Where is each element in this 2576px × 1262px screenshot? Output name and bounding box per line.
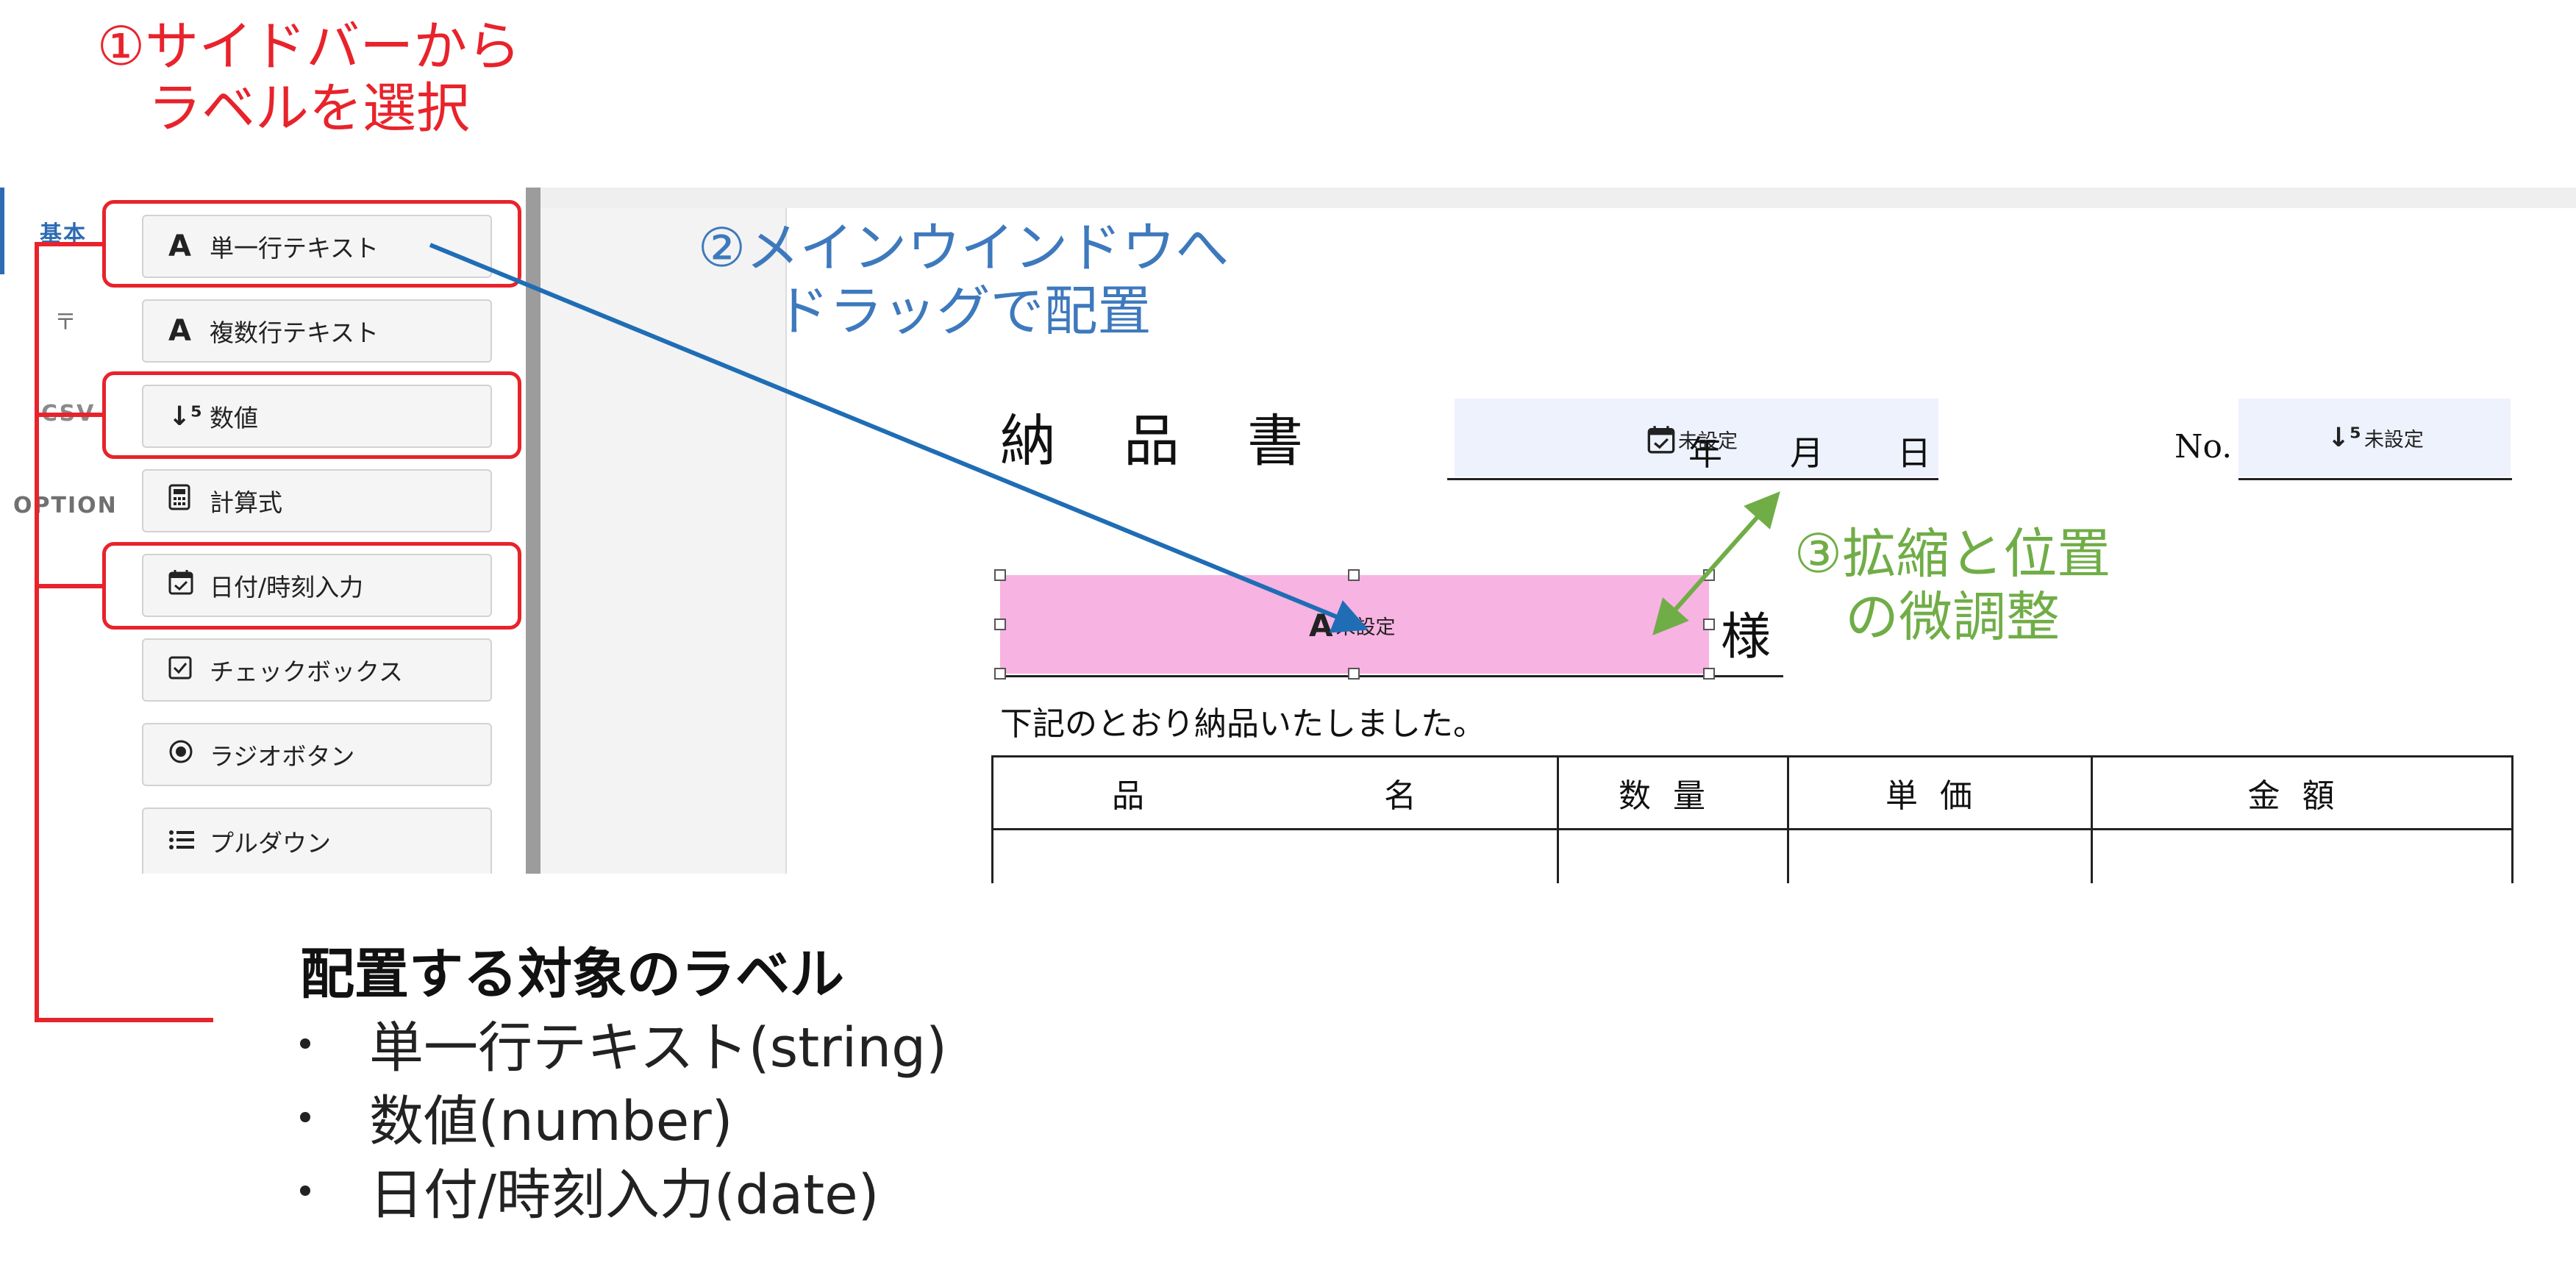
legend-item-date: 日付/時刻入力(date) — [300, 1151, 880, 1230]
bullet-icon — [300, 1111, 310, 1122]
legend-item-string: 単一行テキスト(string) — [300, 1004, 947, 1083]
legend-title: 配置する対象のラベル — [300, 943, 844, 1006]
legend-item-label: 単一行テキスト(string) — [369, 1016, 947, 1080]
legend-item-number: 数値(number) — [300, 1077, 733, 1156]
resize-arrow — [1652, 491, 1780, 635]
legend-item-label: 数値(number) — [369, 1090, 733, 1153]
bracket-connector — [35, 242, 213, 1022]
bullet-icon — [300, 1038, 310, 1049]
legend-item-label: 日付/時刻入力(date) — [369, 1163, 880, 1227]
bullet-icon — [300, 1185, 310, 1196]
drag-arrow — [429, 243, 1369, 633]
